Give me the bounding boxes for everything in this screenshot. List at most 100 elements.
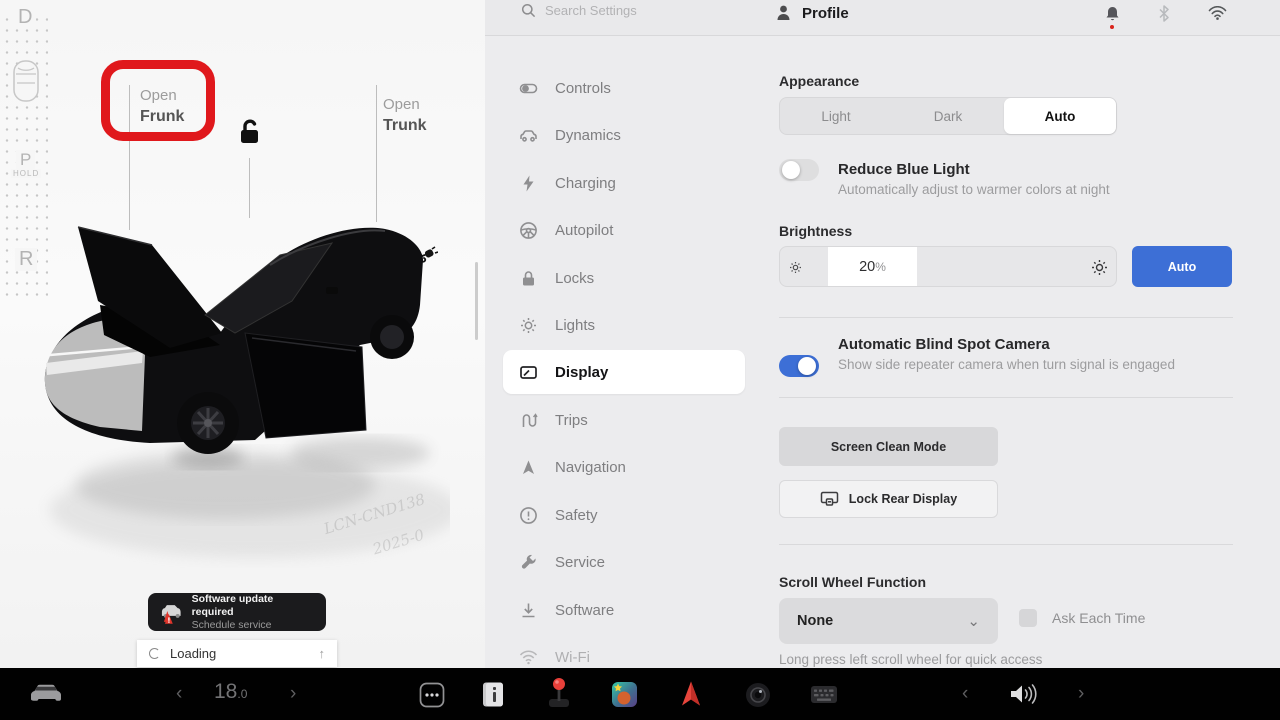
reduce-blue-light-toggle[interactable]: [779, 159, 819, 181]
sidebar-item-label: Wi-Fi: [555, 649, 590, 666]
blind-spot-camera-description: Show side repeater camera when turn sign…: [838, 357, 1175, 372]
sidebar-item-label: Charging: [555, 175, 616, 192]
temperature-value: 18: [214, 680, 237, 703]
open-frunk-button[interactable]: Open Frunk: [140, 86, 184, 127]
toggle-icon: [519, 79, 538, 98]
tesla-ui: D P HOLD R Open Frunk Open Trunk: [0, 0, 1280, 720]
page-title[interactable]: Profile: [802, 5, 849, 22]
sidebar-item-label: Display: [555, 364, 608, 381]
sidebar-item-label: Navigation: [555, 459, 626, 476]
vehicle-panel: D P HOLD R Open Frunk Open Trunk: [0, 0, 485, 668]
sidebar-item-label: Software: [555, 602, 614, 619]
open-trunk-button[interactable]: Open Trunk: [383, 95, 427, 136]
settings-panel: Search Settings Profile Controls: [485, 0, 1280, 668]
brightness-value-pill: 20%: [828, 247, 917, 286]
sidebar-item-lights[interactable]: Lights: [503, 303, 745, 347]
software-update-toast[interactable]: Software update required Schedule servic…: [148, 593, 326, 631]
collapse-arrow-icon[interactable]: ↑: [319, 646, 326, 661]
notification-dot: [1110, 25, 1114, 29]
taskbar: ‹ 18.0 ›: [0, 668, 1280, 720]
search-input[interactable]: Search Settings: [545, 3, 637, 18]
nav-arrow-icon: [519, 458, 538, 477]
lock-rear-display-button[interactable]: Lock Rear Display: [779, 480, 998, 518]
trunk-callout-line: [376, 85, 377, 222]
lock-rear-display-label: Lock Rear Display: [849, 492, 957, 506]
volume-icon[interactable]: [1008, 682, 1038, 706]
bluetooth-icon[interactable]: [1158, 5, 1170, 22]
sidebar-item-safety[interactable]: Safety: [503, 493, 745, 537]
sidebar-item-locks[interactable]: Locks: [503, 256, 745, 300]
arcade-joystick-icon[interactable]: [545, 677, 573, 709]
unlock-icon[interactable]: [231, 117, 265, 151]
gear-park-hold-label: HOLD: [11, 169, 41, 178]
brightness-label: Brightness: [779, 223, 852, 239]
ask-each-time-label: Ask Each Time: [1052, 610, 1145, 626]
appearance-option-light[interactable]: Light: [780, 98, 892, 134]
sidebar-item-controls[interactable]: Controls: [503, 66, 745, 110]
sidebar-item-label: Trips: [555, 412, 588, 429]
game-app-icon[interactable]: [611, 681, 638, 708]
media-previous-chevron[interactable]: ‹: [962, 683, 968, 705]
chevron-down-icon: ⌄: [967, 612, 980, 630]
sidebar-item-display[interactable]: Display: [503, 350, 745, 394]
scroll-wheel-dropdown[interactable]: None ⌄: [779, 598, 998, 644]
appearance-option-auto[interactable]: Auto: [1004, 98, 1116, 134]
temp-increase-chevron[interactable]: ›: [290, 683, 296, 705]
temp-decrease-chevron[interactable]: ‹: [176, 683, 182, 705]
loading-label: Loading: [170, 646, 309, 661]
bolt-icon: [519, 174, 538, 193]
screen-clean-mode-button[interactable]: Screen Clean Mode: [779, 427, 998, 466]
sidebar-item-dynamics[interactable]: Dynamics: [503, 113, 745, 157]
vehicle-app-icon[interactable]: [28, 681, 64, 707]
blind-spot-camera-toggle[interactable]: [779, 355, 819, 377]
sidebar-item-navigation[interactable]: Navigation: [503, 445, 745, 489]
route-icon: [519, 411, 538, 430]
toast-subtitle: Schedule service: [192, 619, 316, 632]
wrench-icon: [519, 553, 538, 572]
sidebar-item-charging[interactable]: Charging: [503, 161, 745, 205]
settings-header: Search Settings Profile: [485, 0, 1280, 36]
navigation-app-icon[interactable]: [679, 680, 703, 708]
sidebar-item-trips[interactable]: Trips: [503, 398, 745, 442]
app-launcher-icon[interactable]: [419, 682, 445, 708]
panel-scrollbar[interactable]: [475, 262, 478, 340]
brightness-high-icon: [1091, 259, 1108, 276]
sidebar-item-label: Autopilot: [555, 222, 613, 239]
brightness-slider[interactable]: 20%: [779, 246, 1117, 287]
owners-manual-icon[interactable]: [481, 681, 505, 708]
sidebar-item-software[interactable]: Software: [503, 588, 745, 632]
media-next-chevron[interactable]: ›: [1078, 683, 1084, 705]
open-frunk-label-open: Open: [140, 86, 184, 106]
section-divider: [779, 317, 1233, 318]
car-alert-icon: [158, 599, 184, 625]
open-frunk-label-frunk: Frunk: [140, 106, 184, 127]
vehicle-topview-icon: [12, 58, 40, 104]
section-divider: [779, 397, 1233, 398]
temperature-display[interactable]: 18.0: [214, 680, 247, 704]
open-trunk-label-open: Open: [383, 95, 427, 115]
camera-app-icon[interactable]: [745, 682, 771, 708]
sidebar-item-label: Service: [555, 554, 605, 571]
blind-spot-camera-title: Automatic Blind Spot Camera: [838, 336, 1050, 353]
rear-display-icon: [820, 491, 839, 507]
sidebar-item-label: Controls: [555, 80, 611, 97]
sidebar-item-label: Lights: [555, 317, 595, 334]
sidebar-item-autopilot[interactable]: Autopilot: [503, 208, 745, 252]
keyboard-app-icon[interactable]: [810, 685, 838, 704]
lock-icon: [519, 269, 538, 288]
scroll-wheel-selected-value: None: [797, 613, 833, 629]
sidebar-item-service[interactable]: Service: [503, 540, 745, 584]
gear-indicator-drive[interactable]: D: [14, 6, 36, 29]
sidebar-item-label: Safety: [555, 507, 598, 524]
brightness-auto-button[interactable]: Auto: [1132, 246, 1232, 287]
reduce-blue-light-title: Reduce Blue Light: [838, 161, 970, 178]
ask-each-time-checkbox[interactable]: [1019, 609, 1037, 627]
brightness-unit: %: [875, 260, 886, 274]
scroll-wheel-hint: Long press left scroll wheel for quick a…: [779, 652, 1042, 667]
gear-indicator-park[interactable]: P: [16, 150, 35, 170]
appearance-option-dark[interactable]: Dark: [892, 98, 1004, 134]
loading-spinner-icon: [149, 648, 160, 659]
download-icon: [519, 601, 538, 620]
notifications-bell-icon[interactable]: [1105, 6, 1120, 22]
wifi-icon[interactable]: [1208, 6, 1227, 20]
